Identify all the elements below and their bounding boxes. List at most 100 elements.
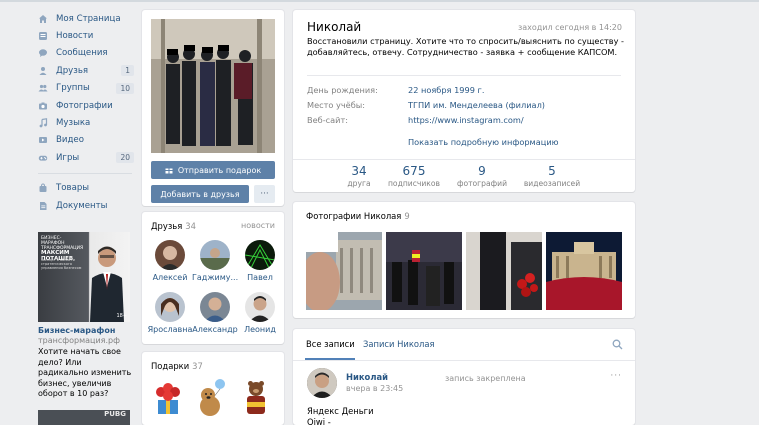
stat-videos[interactable]: 5 видеозаписей	[522, 160, 582, 188]
more-actions-button[interactable]: ···	[254, 185, 275, 203]
sidebar-item-photos[interactable]: Фотографии	[38, 97, 134, 114]
wall-block: Все записи Записи Николая Николай вчера …	[293, 329, 635, 425]
ad-age-rating: 18+	[116, 313, 127, 319]
friend-avatar[interactable]	[200, 240, 230, 270]
friend-name[interactable]: Алексей	[147, 273, 193, 282]
post-text-line: Яндекс Деньги	[307, 406, 374, 416]
friend-name[interactable]: Ярославна	[147, 325, 193, 334]
sidebar-item-my-page[interactable]: Моя Страница	[38, 10, 134, 27]
friends-count: 34	[185, 221, 196, 231]
post-pinned-label: запись закреплена	[445, 374, 526, 383]
add-friend-label: Добавить в друзья	[160, 189, 240, 199]
ad-title-link[interactable]: Бизнес-марафон	[38, 326, 132, 335]
friends-header[interactable]: Друзья 34	[151, 221, 196, 231]
profile-name: Николай	[307, 20, 362, 34]
gift-image	[200, 379, 225, 416]
friend-item[interactable]: Алексей	[147, 240, 193, 282]
gift-image	[247, 381, 265, 414]
friend-name[interactable]: Леонид	[237, 325, 283, 334]
sidebar-item-documents[interactable]: Документы	[38, 197, 134, 214]
sidebar-item-games[interactable]: Игры 20	[38, 149, 134, 166]
post-author-name[interactable]: Николай	[346, 372, 388, 382]
photo-thumbnail[interactable]	[306, 232, 382, 310]
stat-photos-number: 9	[478, 164, 486, 178]
stat-followers-number: 675	[402, 164, 426, 178]
photos-header[interactable]: Фотографии Николая 9	[306, 211, 410, 221]
sidebar-item-label: Видео	[56, 135, 84, 146]
tab-all-posts[interactable]: Все записи	[306, 339, 355, 349]
sidebar-item-news[interactable]: Новости	[38, 27, 134, 44]
website-link[interactable]: https://www.instagram.com/	[408, 115, 524, 125]
friend-avatar[interactable]	[155, 240, 185, 270]
sidebar-item-label: Товары	[56, 183, 90, 194]
top-border	[0, 0, 759, 2]
friends-news-link[interactable]: новости	[241, 221, 275, 230]
gift-item[interactable]	[152, 378, 184, 418]
sidebar-item-label: Группы	[56, 83, 90, 94]
second-ad-image[interactable]: PUBG	[38, 410, 130, 425]
sidebar-item-label: Друзья	[56, 65, 89, 76]
photo-thumbnail[interactable]	[466, 232, 542, 310]
sidebar-item-groups[interactable]: Группы 10	[38, 80, 134, 97]
profile-divider	[307, 75, 621, 76]
friend-name[interactable]: Александр	[192, 325, 238, 334]
stat-videos-label: видеозаписей	[523, 179, 581, 188]
gift-item[interactable]	[196, 378, 228, 418]
sidebar-ad[interactable]: БИЗНЕС-МАРАФОН ТРАНСФОРМАЦИЯ МАКСИМ ПОТА…	[38, 232, 132, 400]
gifts-block: Подарки 37	[142, 352, 284, 425]
home-icon	[38, 14, 48, 24]
friend-avatar[interactable]	[200, 292, 230, 322]
groups-count-badge: 10	[116, 82, 134, 94]
friend-avatar[interactable]	[155, 292, 185, 322]
send-gift-button[interactable]: Отправить подарок	[151, 161, 275, 179]
ad-image-subtitle: эксперт в области стратегического управл…	[41, 258, 82, 270]
birthday-label: День рождения:	[307, 85, 378, 95]
birthday-link[interactable]: 22 ноября 1999 г.	[408, 85, 484, 95]
friend-item[interactable]: Ярославна	[147, 292, 193, 334]
news-icon	[38, 31, 48, 41]
ad-image[interactable]: БИЗНЕС-МАРАФОН ТРАНСФОРМАЦИЯ МАКСИМ ПОТА…	[38, 232, 130, 322]
post-author-avatar[interactable]	[307, 368, 337, 398]
friends-icon	[38, 66, 48, 76]
search-icon[interactable]	[612, 339, 623, 350]
friend-item[interactable]: Павел	[237, 240, 283, 282]
friend-avatar[interactable]	[245, 240, 275, 270]
profile-photo[interactable]	[151, 19, 275, 153]
gift-item[interactable]	[240, 378, 272, 418]
post-text: Яндекс Деньги Qiwi -	[307, 406, 374, 425]
friend-name[interactable]: Гаджиму...	[192, 273, 238, 282]
music-icon	[38, 118, 48, 128]
sidebar-item-label: Документы	[56, 200, 108, 211]
photos-block: Фотографии Николая 9	[293, 202, 635, 318]
post-more-button[interactable]: ···	[610, 371, 622, 381]
website-label: Веб-сайт:	[307, 115, 349, 125]
friend-avatar[interactable]	[245, 292, 275, 322]
show-more-info-link[interactable]: Показать подробную информацию	[408, 137, 559, 147]
games-count-badge: 20	[116, 152, 134, 164]
camera-icon	[38, 101, 48, 111]
sidebar-item-goods[interactable]: Товары	[38, 180, 134, 197]
friend-name[interactable]: Павел	[237, 273, 283, 282]
post-text-line: Qiwi -	[307, 417, 331, 425]
sidebar-item-video[interactable]: Видео	[38, 132, 134, 149]
photo-thumbnail[interactable]	[386, 232, 462, 310]
education-link[interactable]: ТГПИ им. Менделеева (филиал)	[408, 100, 545, 110]
add-friend-button[interactable]: Добавить в друзья	[151, 185, 249, 203]
sidebar-item-music[interactable]: Музыка	[38, 114, 134, 131]
photo-thumbnail[interactable]	[546, 232, 622, 310]
sidebar-item-friends[interactable]: Друзья 1	[38, 62, 134, 79]
stat-photos[interactable]: 9 фотографий	[452, 160, 512, 188]
profile-photo-image	[151, 19, 275, 153]
friend-item[interactable]: Гаджиму...	[192, 240, 238, 282]
gifts-header[interactable]: Подарки 37	[151, 361, 203, 371]
post-date[interactable]: вчера в 23:45	[346, 384, 403, 393]
tab-own-posts[interactable]: Записи Николая	[363, 339, 435, 349]
sidebar-item-label: Моя Страница	[56, 13, 121, 24]
friend-item[interactable]: Леонид	[237, 292, 283, 334]
stat-friends[interactable]: 34 друга	[329, 160, 389, 188]
sidebar-item-messages[interactable]: Сообщения	[38, 45, 134, 62]
friend-item[interactable]: Александр	[192, 292, 238, 334]
send-gift-label: Отправить подарок	[177, 165, 262, 175]
stat-followers[interactable]: 675 подписчиков	[384, 160, 444, 188]
photos-count: 9	[404, 211, 410, 221]
